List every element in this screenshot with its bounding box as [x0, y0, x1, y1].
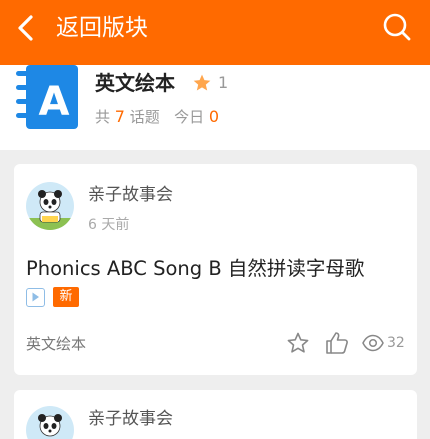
- board-notebook-icon: A: [16, 65, 78, 129]
- eye-icon: [362, 334, 384, 352]
- thumbs-up-icon[interactable]: [324, 330, 350, 356]
- topic-count: 7: [114, 107, 125, 126]
- panda-avatar-icon: [26, 182, 74, 230]
- view-count: 32: [387, 335, 405, 351]
- post-time: 6 天前: [88, 217, 130, 233]
- author-name[interactable]: 亲子故事会: [88, 184, 173, 206]
- search-icon[interactable]: [382, 12, 412, 42]
- post-board-link[interactable]: 英文绘本: [26, 334, 86, 354]
- post-card[interactable]: 亲子故事会 6 天前 Phonics ABC Song B 自然拼读字母歌 新 …: [14, 164, 417, 375]
- today-label: 今日: [174, 108, 205, 126]
- board-title: 英文绘本: [95, 71, 175, 95]
- video-icon: [26, 288, 45, 307]
- panda-avatar-icon: [26, 406, 74, 439]
- back-button[interactable]: 返回版块: [56, 13, 148, 43]
- today-count: 0: [208, 107, 220, 126]
- chevron-left-icon[interactable]: [14, 14, 38, 42]
- star-outline-icon[interactable]: [286, 331, 310, 355]
- avatar[interactable]: [26, 182, 74, 230]
- post-title[interactable]: Phonics ABC Song B 自然拼读字母歌: [26, 256, 411, 282]
- author-name[interactable]: 亲子故事会: [88, 408, 173, 430]
- board-header: A 英文绘本 1 共 7 话题 今日 0: [0, 65, 430, 150]
- board-icon-letter: A: [39, 79, 70, 125]
- star-icon: [193, 74, 211, 91]
- avatar[interactable]: [26, 406, 74, 439]
- star-count: 1: [218, 73, 229, 92]
- post-card[interactable]: 亲子故事会: [14, 390, 417, 439]
- new-badge: 新: [53, 287, 79, 307]
- board-stats: 共 7 话题 今日 0: [95, 107, 219, 127]
- top-bar: 返回版块: [0, 0, 430, 65]
- stats-prefix: 共: [95, 108, 111, 126]
- topic-label: 话题: [129, 108, 160, 126]
